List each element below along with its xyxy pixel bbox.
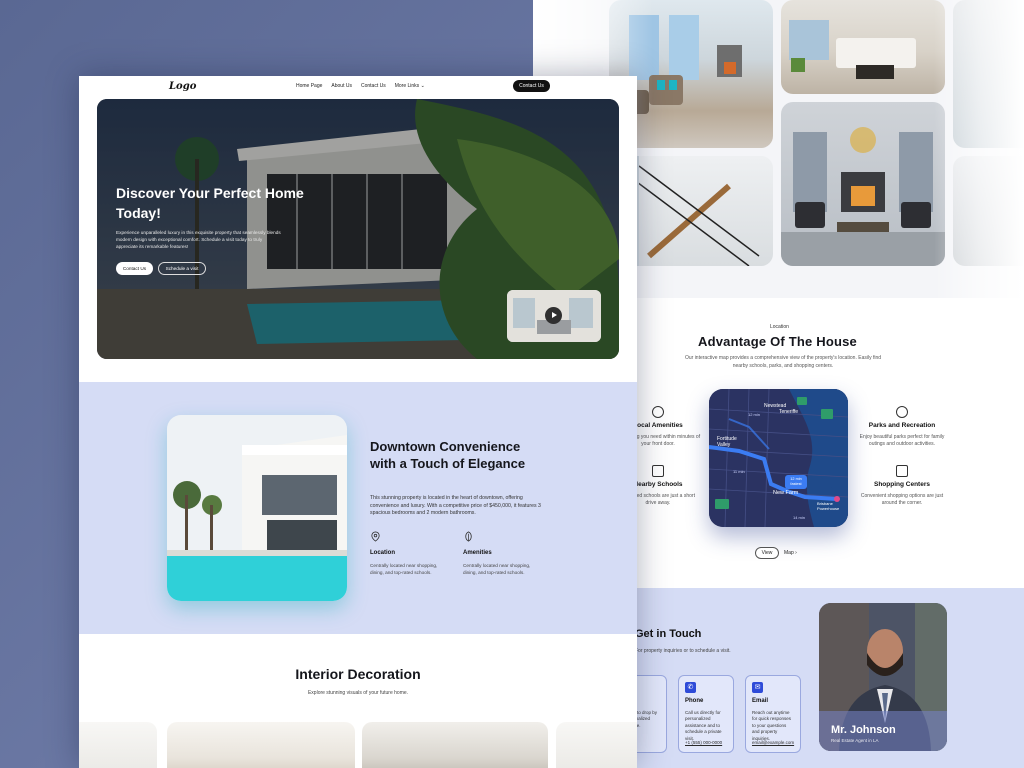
map-link[interactable]: Map ›: [784, 550, 797, 556]
map-label-time-b: 11 min: [733, 469, 745, 474]
feature-title: Amenities: [463, 550, 492, 556]
nav-home[interactable]: Home Page: [296, 83, 322, 89]
feature-text: Centrally located near shopping, dining,…: [370, 563, 438, 575]
feature-parks: Parks and Recreation Enjoy beautiful par…: [859, 406, 945, 448]
contact-card-text: Call us directly for personalized assist…: [685, 709, 722, 741]
location-title: Advantage Of The House: [698, 334, 857, 349]
map-label-time-c: 14 min: [793, 515, 806, 520]
contact-subtitle: For property inquiries or to schedule a …: [635, 648, 731, 654]
interior-card[interactable]: [79, 722, 157, 768]
front-page: Logo Home Page About Us Contact Us More …: [79, 76, 637, 768]
feature-text: Enjoy beautiful parks perfect for family…: [859, 434, 945, 447]
interior-card[interactable]: [167, 722, 355, 768]
leaf-icon: [465, 531, 472, 542]
hero-section: Discover Your Perfect Home Today! Experi…: [97, 99, 619, 359]
agent-name: Mr. Johnson: [831, 724, 896, 736]
contact-card-email: ✉ Email Reach out anytime for quick resp…: [745, 675, 801, 753]
gallery-fade-right: [934, 0, 1024, 298]
agent-role: Real Estate Agent in LA: [831, 738, 879, 743]
school-icon: [652, 465, 664, 477]
downtown-section: [79, 382, 637, 634]
contact-card-title: Email: [752, 698, 769, 704]
contact-card-text: Reach out anytime for quick responses to…: [752, 709, 792, 741]
downtown-title: Downtown Convenience with a Touch of Ele…: [370, 439, 526, 471]
map-label-fortitude-valley: Fortitude Valley: [717, 436, 737, 448]
logo[interactable]: Logo: [169, 81, 196, 92]
contact-card-link[interactable]: email@example.com: [752, 740, 794, 747]
play-icon[interactable]: [545, 307, 562, 324]
downtown-description: This stunning property is located in the…: [370, 495, 541, 516]
nav-about[interactable]: About Us: [331, 83, 352, 89]
nav-contact-button[interactable]: Contact Us: [513, 80, 550, 92]
store-icon: [896, 465, 908, 477]
hero-title: Discover Your Perfect Home Today!: [116, 185, 304, 221]
map-link-label: Map: [784, 550, 794, 556]
nav-more[interactable]: More Links ⌄: [395, 83, 425, 89]
map-label-route-time: 12 min fastest: [790, 477, 802, 486]
view-map-button[interactable]: View: [755, 547, 779, 559]
downtown-feature-amenities: Amenities Centrally located near shoppin…: [463, 531, 543, 576]
interactive-map[interactable]: Newstead Teneriffe Fortitude Valley New …: [709, 389, 848, 527]
location-eyebrow: Location: [770, 324, 789, 330]
interior-subtitle: Explore stunning visuals of your future …: [307, 690, 409, 696]
contact-title: Get in Touch: [635, 628, 702, 640]
feature-shopping: Shopping Centers Convenient shopping opt…: [859, 465, 945, 507]
tree-icon: [896, 406, 908, 418]
video-thumbnail[interactable]: [507, 290, 601, 342]
nav-more-label: More Links: [394, 83, 420, 89]
hero-schedule-button[interactable]: Schedule a visit: [158, 262, 206, 275]
downtown-feature-location: Location Centrally located near shopping…: [370, 531, 450, 576]
map-label-teneriffe: Teneriffe: [779, 409, 799, 415]
mail-icon: ✉: [752, 682, 763, 693]
phone-icon: ✆: [685, 682, 696, 693]
interior-card[interactable]: [556, 722, 637, 768]
interior-title: Interior Decoration: [295, 666, 421, 682]
hero-description: Experience unparalleled luxury in this e…: [116, 230, 281, 249]
nav-contact[interactable]: Contact Us: [361, 83, 386, 89]
interior-card[interactable]: [362, 722, 548, 768]
feature-text: Convenient shopping options are just aro…: [860, 493, 944, 506]
map-label-powerhouse: Brisbane Powerhouse: [817, 501, 840, 511]
downtown-house-image: [167, 415, 347, 601]
contact-card-phone: ✆ Phone Call us directly for personalize…: [678, 675, 734, 753]
contact-card-link[interactable]: +1 (555) 000-0000: [685, 740, 722, 747]
feature-title: Parks and Recreation: [868, 422, 936, 429]
map-pin-icon: [371, 531, 380, 542]
gallery-photo-lounge[interactable]: [781, 102, 945, 266]
leaf-icon: [652, 406, 664, 418]
chevron-down-icon: ⌄: [420, 83, 425, 89]
location-subtitle: Our interactive map provides a comprehen…: [684, 355, 882, 369]
contact-card-title: Phone: [685, 698, 704, 704]
map-label-time-a: 12 min: [748, 412, 761, 417]
main-nav: Home Page About Us Contact Us More Links…: [296, 83, 425, 89]
feature-title: Location: [370, 550, 395, 556]
map-label-new-farm: New Farm: [773, 490, 799, 496]
agent-card[interactable]: Mr. Johnson Real Estate Agent in LA: [819, 603, 947, 751]
gallery-photo-bedroom[interactable]: [781, 0, 945, 94]
hero-contact-button[interactable]: Contact Us: [116, 262, 153, 275]
feature-text: Centrally located near shopping, dining,…: [463, 563, 531, 575]
chevron-right-icon: ›: [795, 550, 797, 556]
feature-title: Shopping Centers: [874, 481, 930, 488]
